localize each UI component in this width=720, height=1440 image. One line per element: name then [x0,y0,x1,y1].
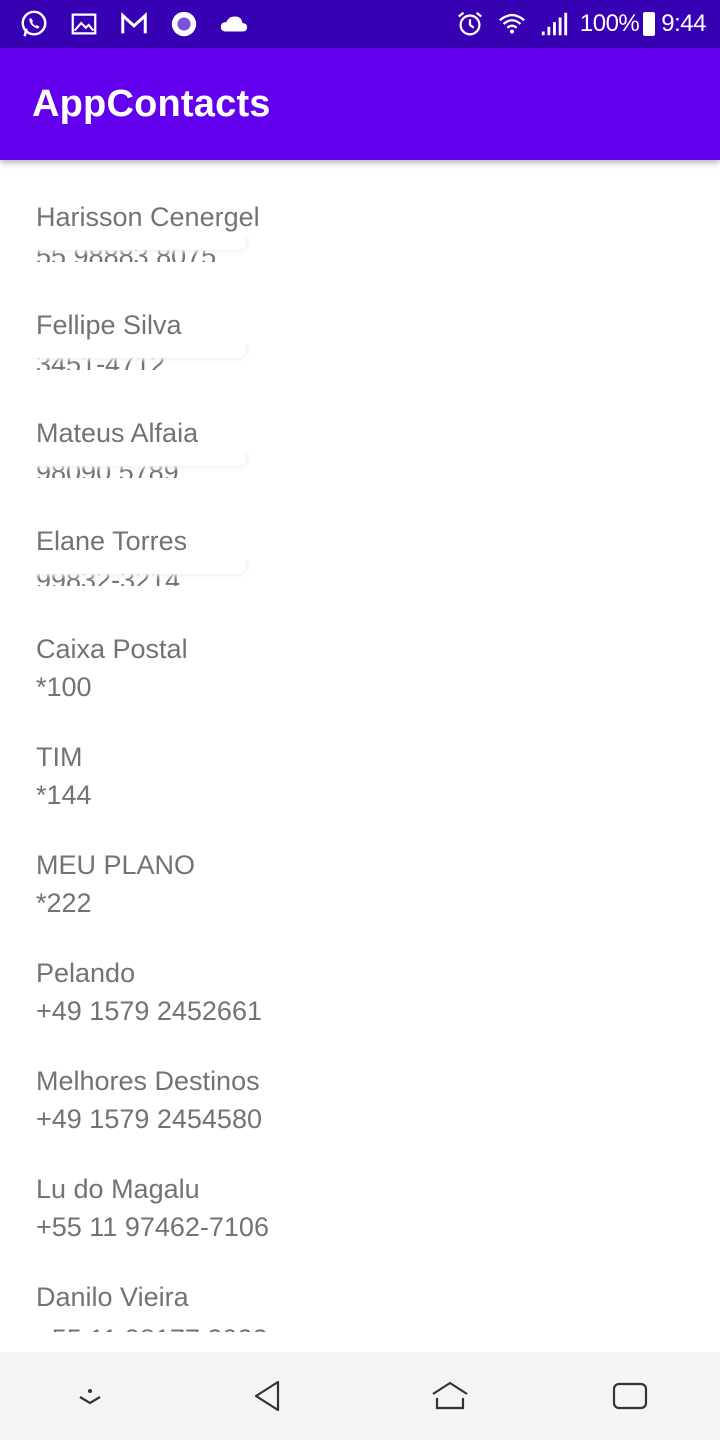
contact-name: Fellipe Silva [36,310,182,340]
contact-phone: *144 [36,780,92,810]
contact-name: Lu do Magalu [36,1174,200,1204]
contact-name: Pelando [36,958,136,988]
back-icon[interactable] [230,1356,310,1436]
gallery-icon [68,8,100,40]
contact-phone: +49 1579 2452661 [36,996,262,1026]
contact-phone: *222 [36,888,92,918]
contact-phone: 98090 5789 [36,452,720,478]
contact-item[interactable]: MEU PLANO *222 [0,846,720,954]
contact-item[interactable]: Fellipe Silva 3451-4712 [0,306,720,414]
home-icon[interactable] [410,1356,490,1436]
status-bar: 100% 9:44 [0,0,720,48]
battery-percentage: 100% [579,10,640,37]
wifi-icon [496,8,528,40]
clock: 9:44 [661,10,706,37]
contact-name: Caixa Postal [36,634,188,664]
status-bar-right: 100% 9:44 [454,8,706,40]
app-title: AppContacts [32,82,271,125]
contact-phone: 3451-4712 [36,344,720,370]
navigation-bar [0,1352,720,1440]
contact-name: Danilo Vieira [36,1282,189,1312]
contact-item[interactable]: Danilo Vieira +55 11 98177 3022 [0,1278,720,1332]
contact-name: Elane Torres [36,526,188,556]
contact-item[interactable]: Melhores Destinos +49 1579 2454580 [0,1062,720,1170]
contact-name: Melhores Destinos [36,1066,260,1096]
contact-phone: +55 11 98177 3022 [36,1316,720,1332]
contact-name: Mateus Alfaia [36,418,199,448]
gmail-icon [118,8,150,40]
contact-item[interactable]: Mateus Alfaia 98090 5789 [0,414,720,522]
contact-list[interactable]: Harisson Cenergel 55 98883 8075 Fellipe … [0,160,720,1332]
contact-item[interactable]: Lu do Magalu +55 11 97462-7106 [0,1170,720,1278]
contact-name: TIM [36,742,83,772]
cloud-icon [218,8,250,40]
contact-phone: 99832-3214 [36,560,720,586]
contact-item[interactable]: Caixa Postal *100 [0,630,720,738]
app-bar: AppContacts [0,48,720,160]
collapse-icon[interactable] [50,1356,130,1436]
battery-icon [643,12,656,36]
contact-item[interactable]: Elane Torres 99832-3214 [0,522,720,630]
recents-icon[interactable] [590,1356,670,1436]
contact-phone: +55 11 97462-7106 [36,1212,269,1242]
contact-item[interactable]: Harisson Cenergel 55 98883 8075 [0,198,720,306]
circle-app-icon [168,8,200,40]
signal-icon [538,8,570,40]
contact-phone: *100 [36,672,92,702]
contact-phone: +49 1579 2454580 [36,1104,262,1134]
alarm-icon [454,8,486,40]
contact-name: Harisson Cenergel [36,202,260,232]
contact-item[interactable]: TIM *144 [0,738,720,846]
contact-item[interactable]: Pelando +49 1579 2452661 [0,954,720,1062]
whatsapp-icon [18,8,50,40]
contact-phone: 55 98883 8075 [36,236,720,262]
contact-name: MEU PLANO [36,850,196,880]
status-bar-left [18,8,250,40]
